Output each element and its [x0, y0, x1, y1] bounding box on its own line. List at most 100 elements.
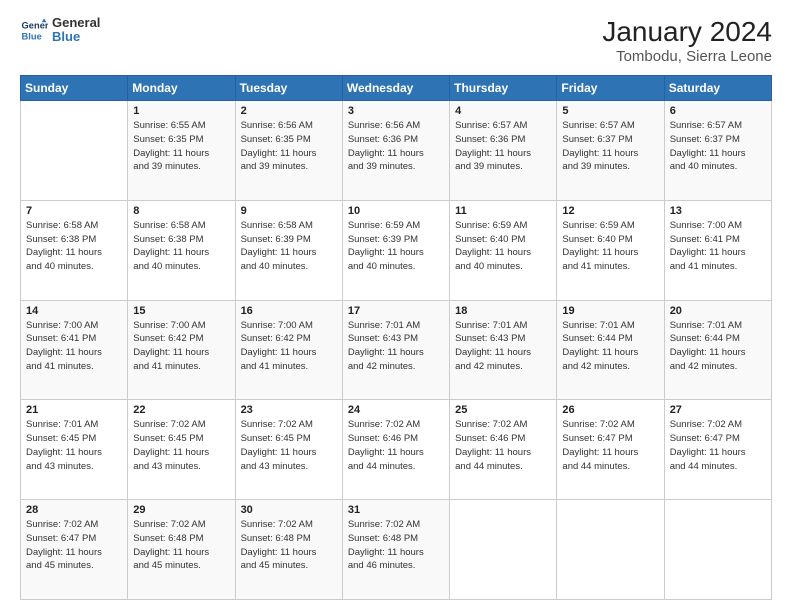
- day-info: Sunrise: 7:01 AMSunset: 6:45 PMDaylight:…: [26, 418, 122, 473]
- day-info: Sunrise: 7:02 AMSunset: 6:48 PMDaylight:…: [348, 518, 444, 573]
- col-monday: Monday: [128, 76, 235, 101]
- svg-text:Blue: Blue: [22, 32, 42, 42]
- day-number: 22: [133, 404, 229, 416]
- table-row: [450, 500, 557, 600]
- day-info: Sunrise: 6:58 AMSunset: 6:38 PMDaylight:…: [133, 219, 229, 274]
- col-saturday: Saturday: [664, 76, 771, 101]
- table-row: 15Sunrise: 7:00 AMSunset: 6:42 PMDayligh…: [128, 300, 235, 400]
- day-info: Sunrise: 6:56 AMSunset: 6:35 PMDaylight:…: [241, 119, 337, 174]
- day-number: 25: [455, 404, 551, 416]
- calendar-week-row: 1Sunrise: 6:55 AMSunset: 6:35 PMDaylight…: [21, 101, 772, 201]
- logo-line1: General: [52, 16, 100, 30]
- day-number: 8: [133, 205, 229, 217]
- day-info: Sunrise: 7:02 AMSunset: 6:47 PMDaylight:…: [562, 418, 658, 473]
- calendar-header-row: Sunday Monday Tuesday Wednesday Thursday…: [21, 76, 772, 101]
- day-info: Sunrise: 7:00 AMSunset: 6:42 PMDaylight:…: [133, 319, 229, 374]
- logo-icon: General Blue: [20, 16, 48, 44]
- table-row: 27 Sunrise: 7:02 AMSunset: 6:47 PMDayligh…: [664, 400, 771, 500]
- table-row: 26 Sunrise: 7:02 AMSunset: 6:47 PMDayligh…: [557, 400, 664, 500]
- day-number: 26: [562, 404, 658, 416]
- table-row: 6Sunrise: 6:57 AMSunset: 6:37 PMDaylight…: [664, 101, 771, 201]
- day-info: Sunrise: 6:59 AMSunset: 6:40 PMDaylight:…: [562, 219, 658, 274]
- day-number: 24: [348, 404, 444, 416]
- table-row: 1Sunrise: 6:55 AMSunset: 6:35 PMDaylight…: [128, 101, 235, 201]
- table-row: 30Sunrise: 7:02 AMSunset: 6:48 PMDayligh…: [235, 500, 342, 600]
- day-info: Sunrise: 7:01 AMSunset: 6:44 PMDaylight:…: [562, 319, 658, 374]
- day-number: 4: [455, 105, 551, 117]
- header: General Blue General Blue January 2024 T…: [20, 16, 772, 65]
- logo-text: General Blue: [52, 16, 100, 45]
- day-info: Sunrise: 6:55 AMSunset: 6:35 PMDaylight:…: [133, 119, 229, 174]
- day-info: Sunrise: 6:58 AMSunset: 6:38 PMDaylight:…: [26, 219, 122, 274]
- day-number: 31: [348, 504, 444, 516]
- table-row: 19Sunrise: 7:01 AMSunset: 6:44 PMDayligh…: [557, 300, 664, 400]
- day-info: Sunrise: 7:02 AMSunset: 6:47 PMDaylight:…: [670, 418, 766, 473]
- day-number: 12: [562, 205, 658, 217]
- table-row: 21 Sunrise: 7:01 AMSunset: 6:45 PMDayligh…: [21, 400, 128, 500]
- day-number: 3: [348, 105, 444, 117]
- day-number: 9: [241, 205, 337, 217]
- table-row: 20 Sunrise: 7:01 AMSunset: 6:44 PMDayligh…: [664, 300, 771, 400]
- table-row: 23Sunrise: 7:02 AMSunset: 6:45 PMDayligh…: [235, 400, 342, 500]
- calendar-subtitle: Tombodu, Sierra Leone: [602, 48, 772, 65]
- logo-line2: Blue: [52, 30, 100, 44]
- day-number: 2: [241, 105, 337, 117]
- col-sunday: Sunday: [21, 76, 128, 101]
- table-row: 2 Sunrise: 6:56 AMSunset: 6:35 PMDaylight…: [235, 101, 342, 201]
- table-row: 16 Sunrise: 7:00 AMSunset: 6:42 PMDayligh…: [235, 300, 342, 400]
- day-info: Sunrise: 7:01 AMSunset: 6:43 PMDaylight:…: [455, 319, 551, 374]
- calendar-week-row: 21 Sunrise: 7:01 AMSunset: 6:45 PMDayligh…: [21, 400, 772, 500]
- day-info: Sunrise: 7:02 AMSunset: 6:48 PMDaylight:…: [241, 518, 337, 573]
- calendar-week-row: 7 Sunrise: 6:58 AMSunset: 6:38 PMDaylight…: [21, 200, 772, 300]
- day-number: 27: [670, 404, 766, 416]
- table-row: 3 Sunrise: 6:56 AMSunset: 6:36 PMDaylight…: [342, 101, 449, 201]
- table-row: [557, 500, 664, 600]
- day-number: 29: [133, 504, 229, 516]
- table-row: 14Sunrise: 7:00 AMSunset: 6:41 PMDayligh…: [21, 300, 128, 400]
- table-row: 18 Sunrise: 7:01 AMSunset: 6:43 PMDayligh…: [450, 300, 557, 400]
- table-row: 28Sunrise: 7:02 AMSunset: 6:47 PMDayligh…: [21, 500, 128, 600]
- calendar-week-row: 28Sunrise: 7:02 AMSunset: 6:47 PMDayligh…: [21, 500, 772, 600]
- table-row: 25 Sunrise: 7:02 AMSunset: 6:46 PMDayligh…: [450, 400, 557, 500]
- calendar-title: January 2024: [602, 16, 772, 48]
- day-number: 16: [241, 305, 337, 317]
- day-number: 11: [455, 205, 551, 217]
- day-number: 7: [26, 205, 122, 217]
- day-info: Sunrise: 7:02 AMSunset: 6:46 PMDaylight:…: [348, 418, 444, 473]
- day-info: Sunrise: 7:02 AMSunset: 6:46 PMDaylight:…: [455, 418, 551, 473]
- table-row: 17 Sunrise: 7:01 AMSunset: 6:43 PMDayligh…: [342, 300, 449, 400]
- table-row: 13 Sunrise: 7:00 AMSunset: 6:41 PMDayligh…: [664, 200, 771, 300]
- day-info: Sunrise: 6:57 AMSunset: 6:36 PMDaylight:…: [455, 119, 551, 174]
- day-info: Sunrise: 7:00 AMSunset: 6:41 PMDaylight:…: [670, 219, 766, 274]
- table-row: 31 Sunrise: 7:02 AMSunset: 6:48 PMDayligh…: [342, 500, 449, 600]
- calendar-week-row: 14Sunrise: 7:00 AMSunset: 6:41 PMDayligh…: [21, 300, 772, 400]
- table-row: 29 Sunrise: 7:02 AMSunset: 6:48 PMDayligh…: [128, 500, 235, 600]
- table-row: 11 Sunrise: 6:59 AMSunset: 6:40 PMDayligh…: [450, 200, 557, 300]
- day-info: Sunrise: 7:02 AMSunset: 6:48 PMDaylight:…: [133, 518, 229, 573]
- day-info: Sunrise: 7:02 AMSunset: 6:45 PMDaylight:…: [241, 418, 337, 473]
- col-tuesday: Tuesday: [235, 76, 342, 101]
- day-number: 21: [26, 404, 122, 416]
- logo: General Blue General Blue: [20, 16, 100, 45]
- day-info: Sunrise: 7:00 AMSunset: 6:42 PMDaylight:…: [241, 319, 337, 374]
- day-info: Sunrise: 7:01 AMSunset: 6:43 PMDaylight:…: [348, 319, 444, 374]
- calendar-table: Sunday Monday Tuesday Wednesday Thursday…: [20, 75, 772, 600]
- day-info: Sunrise: 6:59 AMSunset: 6:40 PMDaylight:…: [455, 219, 551, 274]
- table-row: 7 Sunrise: 6:58 AMSunset: 6:38 PMDaylight…: [21, 200, 128, 300]
- day-info: Sunrise: 6:59 AMSunset: 6:39 PMDaylight:…: [348, 219, 444, 274]
- day-info: Sunrise: 6:56 AMSunset: 6:36 PMDaylight:…: [348, 119, 444, 174]
- day-number: 17: [348, 305, 444, 317]
- day-info: Sunrise: 7:01 AMSunset: 6:44 PMDaylight:…: [670, 319, 766, 374]
- col-wednesday: Wednesday: [342, 76, 449, 101]
- table-row: [21, 101, 128, 201]
- day-number: 20: [670, 305, 766, 317]
- day-number: 18: [455, 305, 551, 317]
- day-number: 5: [562, 105, 658, 117]
- day-number: 14: [26, 305, 122, 317]
- col-friday: Friday: [557, 76, 664, 101]
- table-row: 12 Sunrise: 6:59 AMSunset: 6:40 PMDayligh…: [557, 200, 664, 300]
- day-number: 13: [670, 205, 766, 217]
- day-info: Sunrise: 7:02 AMSunset: 6:45 PMDaylight:…: [133, 418, 229, 473]
- col-thursday: Thursday: [450, 76, 557, 101]
- day-info: Sunrise: 6:57 AMSunset: 6:37 PMDaylight:…: [670, 119, 766, 174]
